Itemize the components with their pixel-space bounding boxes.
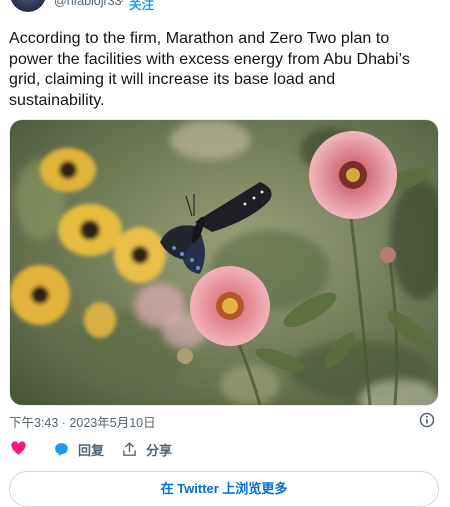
share-icon [123,442,136,456]
follow-button[interactable]: 关注 [129,0,154,13]
butterfly-flower-image [10,120,438,405]
tweet-header: @hfabiojr33 · 关注 [0,0,450,18]
like-button[interactable] [10,440,35,457]
avatar[interactable] [10,0,46,12]
reply-button[interactable]: 回复 [53,440,104,459]
tweet-actions: 回复 分享 [0,440,450,468]
tweet-text: According to the firm, Marathon and Zero… [9,30,410,109]
comment-icon [55,443,68,456]
separator: · [120,0,125,8]
heart-icon [11,441,26,455]
user-handle[interactable]: @hfabiojr33 [54,0,122,8]
share-label: 分享 [146,443,173,458]
view-more-label: 在 Twitter 上浏览更多 [160,481,288,496]
view-more-on-twitter-button[interactable]: 在 Twitter 上浏览更多 [9,471,439,507]
share-button[interactable]: 分享 [121,440,172,459]
tweet-timestamp[interactable]: 下午3:43 · 2023年5月10日 [9,412,156,431]
info-icon[interactable] [419,412,435,428]
tweet-photo[interactable] [9,119,439,406]
reply-label: 回复 [78,443,105,458]
